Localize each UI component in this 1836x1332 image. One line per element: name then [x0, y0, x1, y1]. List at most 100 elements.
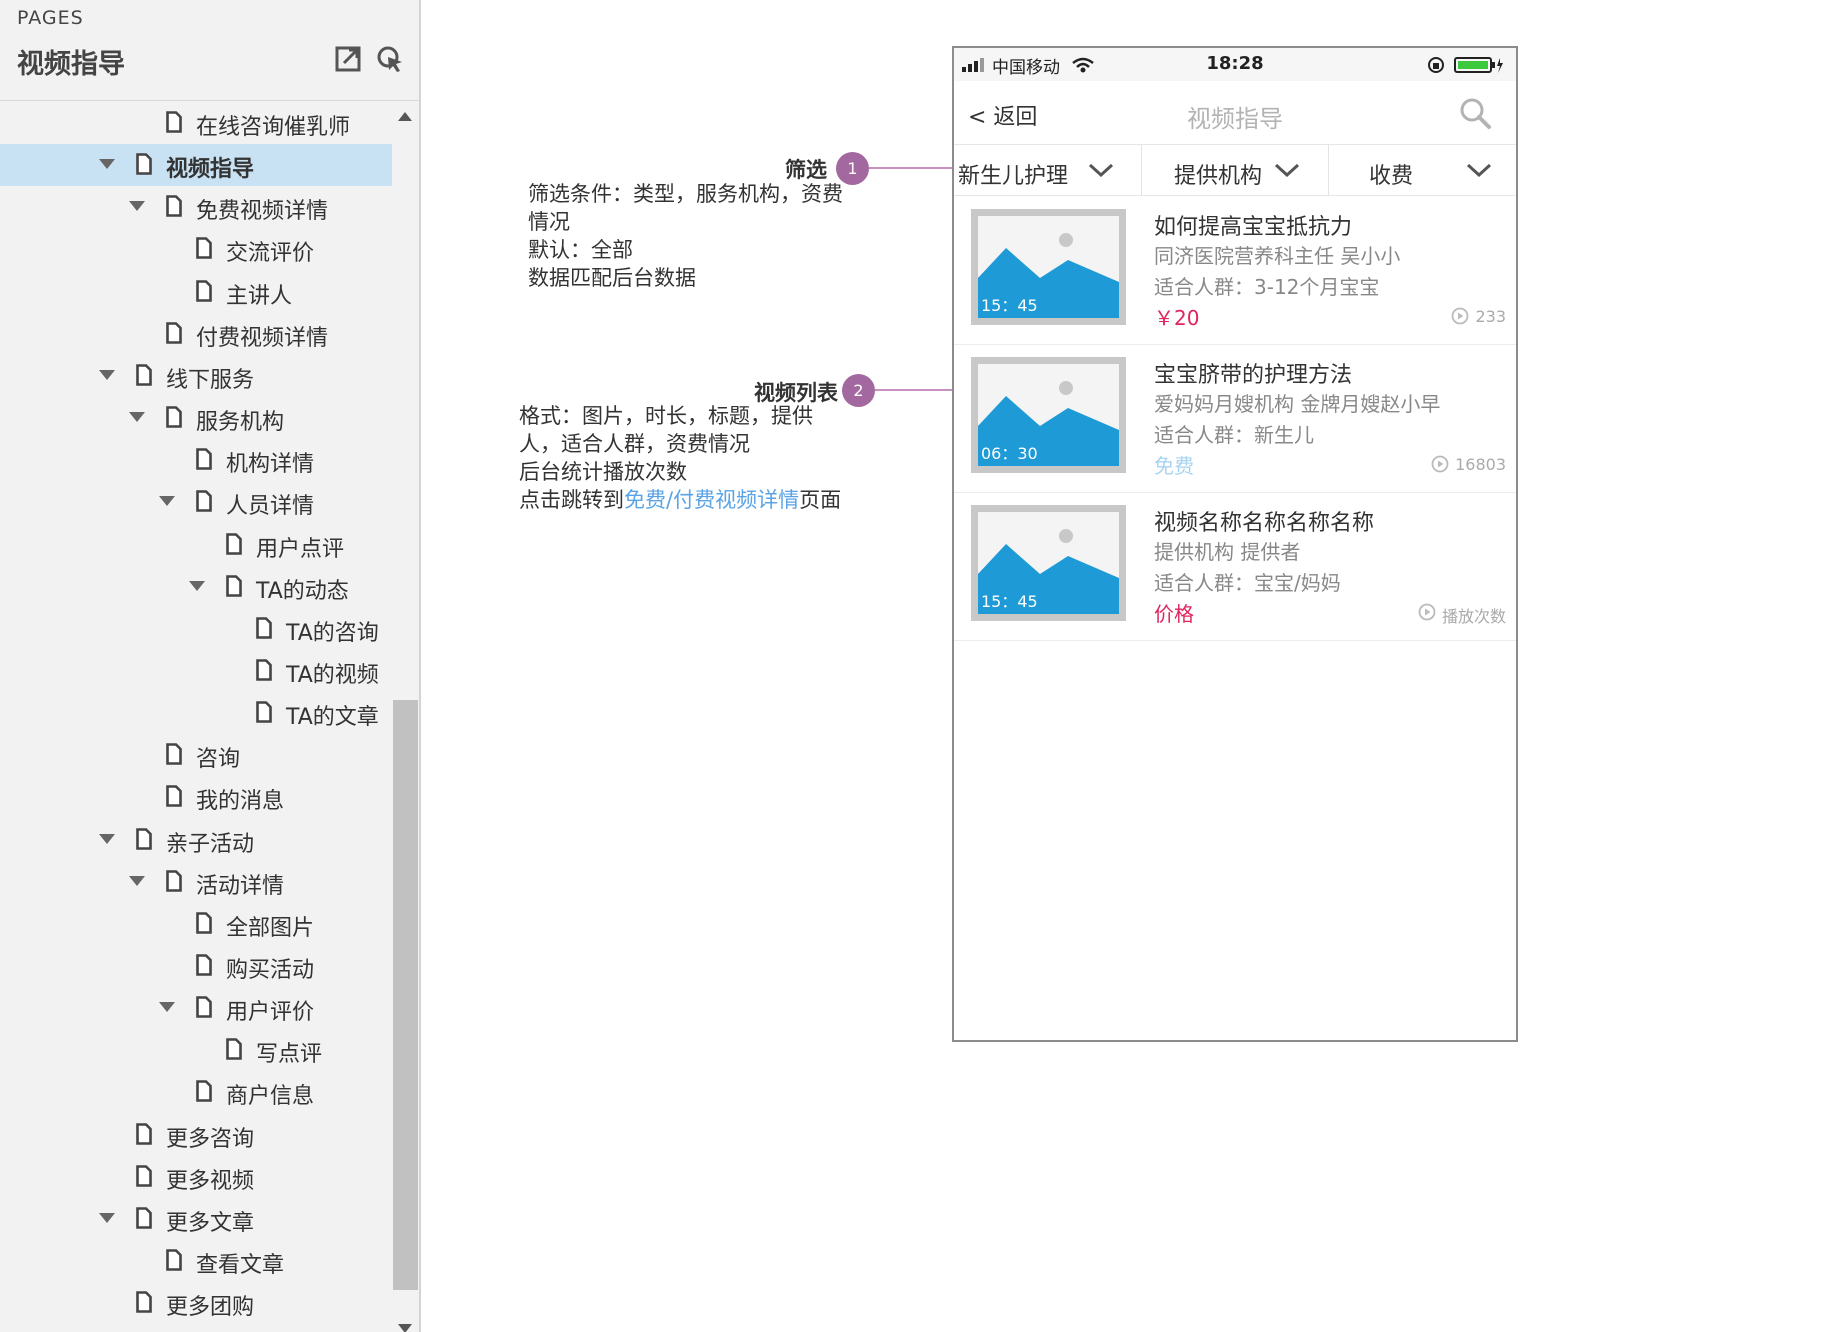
chevron-down-icon [1088, 163, 1114, 177]
caret-down-icon[interactable] [99, 833, 115, 844]
tree-item[interactable]: 商户信息 [0, 1071, 392, 1113]
caret-down-icon[interactable] [99, 369, 115, 380]
tree-item-label: 购买活动 [226, 958, 315, 983]
scroll-up-arrow-icon[interactable] [398, 112, 412, 121]
caret-down-icon[interactable] [129, 201, 145, 212]
tree-item[interactable]: 更多团购 [0, 1282, 392, 1324]
tree-item[interactable]: 活动详情 [0, 861, 392, 903]
tree-item[interactable]: 购买活动 [0, 945, 392, 987]
play-count-icon [1431, 455, 1449, 473]
tree-item-label: 付费视频详情 [196, 325, 329, 351]
page-icon [166, 195, 182, 218]
page-icon [256, 616, 272, 639]
chevron-down-icon [1274, 163, 1300, 177]
tree-item[interactable]: TA的动态 [0, 566, 392, 608]
phone-mockup: 中国移动 18:28 < 返回 视频指导 新生儿护理 提供机构 收费 15：45… [952, 46, 1518, 1042]
page-icon [226, 532, 242, 555]
tree-item[interactable]: 付费视频详情 [0, 313, 392, 355]
caret-down-icon[interactable] [189, 580, 205, 591]
caret-down-icon[interactable] [159, 1002, 175, 1013]
filter-fee[interactable]: 收费 [1329, 145, 1516, 196]
scroll-down-arrow-icon[interactable] [398, 1324, 412, 1332]
tree-item[interactable]: 用户评价 [0, 987, 392, 1029]
tree-item[interactable]: 服务机构 [0, 397, 392, 439]
pages-caption: PAGES [17, 7, 84, 29]
page-icon [136, 153, 152, 175]
video-audience: 适合人群：3-12个月宝宝 [1154, 275, 1380, 299]
tree-item[interactable]: TA的文章 [0, 692, 392, 734]
tree-item[interactable]: 咨询 [0, 734, 392, 776]
tree-item-label: TA的动态 [256, 578, 349, 604]
tree-item-label: 主讲人 [226, 283, 293, 309]
tree-item[interactable]: 在线咨询催乳师 [0, 102, 392, 144]
tree-item[interactable]: 我的消息 [0, 776, 392, 818]
pointer-icon[interactable] [375, 44, 405, 74]
video-item[interactable]: 15：45 视频名称名称名称名称 提供机构 提供者 适合人群：宝宝/妈妈 价格 播放次数 [954, 493, 1516, 641]
play-count-icon [1418, 603, 1436, 621]
search-icon[interactable] [1458, 96, 1492, 130]
tree-item[interactable]: 亲子活动 [0, 819, 392, 861]
caret-down-icon[interactable] [159, 496, 175, 507]
filter-provider[interactable]: 提供机构 [1142, 145, 1328, 196]
tree-item[interactable]: 人员详情 [0, 481, 392, 523]
caret-down-icon[interactable] [99, 1212, 115, 1223]
tree-item[interactable]: 商城 [0, 1324, 392, 1332]
tree-item-label: 全部图片 [226, 915, 315, 941]
pages-panel: PAGES 视频指导 在线咨询催乳师 视频指导 免费视频详情 交流评价 主讲人 付费视频详… [0, 0, 421, 1332]
annotation-line: 筛选条件：类型，服务机构，资费 [528, 182, 843, 206]
video-price: 免费 [1154, 454, 1194, 478]
tree-item[interactable]: 更多视频 [0, 1156, 392, 1198]
tree-item[interactable]: TA的咨询 [0, 608, 392, 650]
tree-item[interactable]: 用户点评 [0, 524, 392, 566]
tree-item-label: 交流评价 [226, 241, 315, 267]
tree-item[interactable]: 主讲人 [0, 271, 392, 313]
tree-item[interactable]: 交流评价 [0, 228, 392, 270]
video-thumbnail[interactable]: 15：45 [971, 209, 1126, 325]
video-thumbnail[interactable]: 06：30 [971, 357, 1126, 473]
tree-item[interactable]: 机构详情 [0, 439, 392, 481]
export-icon[interactable] [334, 44, 364, 74]
orientation-lock-icon [1428, 57, 1444, 73]
page-icon [136, 364, 152, 386]
page-icon [136, 1164, 152, 1187]
tree-item-label: 在线咨询催乳师 [196, 115, 351, 140]
page-icon [196, 1080, 212, 1103]
caret-down-icon[interactable] [129, 412, 145, 423]
tree-item[interactable]: 线下服务 [0, 355, 392, 397]
page-icon [196, 996, 212, 1018]
tree-item-label: 更多团购 [166, 1295, 255, 1321]
tree-item-label: 服务机构 [196, 410, 285, 436]
page-icon [256, 701, 272, 723]
tree-item[interactable]: 免费视频详情 [0, 186, 392, 228]
tree-item[interactable]: 视频指导 [0, 144, 392, 187]
tree-item-label: 用户点评 [256, 536, 345, 562]
tree-item-label: 用户评价 [226, 1000, 315, 1026]
video-price: 价格 [1154, 602, 1194, 626]
video-provider: 同济医院营养科主任 吴小小 [1154, 244, 1401, 268]
tree-item[interactable]: 查看文章 [0, 1240, 392, 1282]
video-title: 如何提高宝宝抵抗力 [1154, 215, 1353, 240]
tree-item[interactable]: 更多咨询 [0, 1114, 392, 1156]
tree-item-label: TA的文章 [286, 705, 379, 731]
caret-down-icon[interactable] [129, 875, 145, 886]
tree-item-label: 线下服务 [166, 367, 255, 393]
tree-item-label: 人员详情 [226, 494, 315, 520]
page-icon [196, 448, 212, 470]
scrollbar-thumb[interactable] [393, 700, 418, 1290]
page-icon [226, 1038, 242, 1061]
tree-item[interactable]: 全部图片 [0, 903, 392, 945]
filter-type[interactable]: 新生儿护理 [954, 145, 1141, 196]
video-item[interactable]: 15：45 如何提高宝宝抵抗力同济医院营养科主任 吴小小 适合人群：3-12个月宝宝… [954, 197, 1516, 345]
tree-item-label: 免费视频详情 [196, 199, 329, 225]
video-thumbnail[interactable]: 15：45 [971, 505, 1126, 621]
video-item[interactable]: 06：30 宝宝脐带的护理方法 爱妈妈月嫂机构 金牌月嫂赵小早 适合人群：新生儿 免费 1… [954, 345, 1516, 493]
tree-item-label: TA的咨询 [286, 620, 379, 646]
annotation-body: 格式：图片，时长，标题，提供 人，适合人群，资费情况 后台统计播放次数 点击跳转… [519, 402, 841, 514]
annotation-line: 情况 [528, 210, 570, 234]
video-detail-link[interactable]: 免费/付费视频详情 [624, 488, 799, 512]
tree-item[interactable]: 更多文章 [0, 1198, 392, 1240]
caret-down-icon[interactable] [99, 159, 115, 170]
tree-item[interactable]: TA的视频 [0, 650, 392, 692]
nav-title: 视频指导 [1187, 105, 1283, 133]
tree-item[interactable]: 写点评 [0, 1029, 392, 1071]
